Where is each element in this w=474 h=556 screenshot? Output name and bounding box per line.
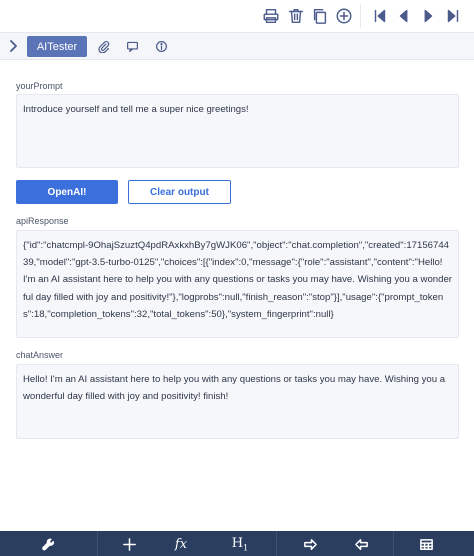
chat-answer-label: chatAnswer (16, 350, 64, 360)
table-icon[interactable] (417, 535, 435, 553)
chat-answer-field[interactable]: Hello! I'm an AI assistant here to help … (16, 364, 459, 439)
clear-output-button[interactable]: Clear output (128, 180, 231, 204)
tab-aitester[interactable]: AITester (27, 36, 87, 57)
function-icon[interactable]: fx (172, 535, 190, 553)
heading-level: 1 (243, 543, 249, 553)
wrench-icon[interactable] (39, 535, 57, 553)
previous-icon[interactable] (394, 6, 414, 26)
tab-bar: AITester (0, 33, 474, 60)
arrow-left-icon[interactable] (352, 535, 370, 553)
heading-icon[interactable]: H1 (229, 535, 251, 553)
arrow-right-icon[interactable] (301, 535, 319, 553)
last-page-icon[interactable] (443, 6, 463, 26)
paperclip-icon[interactable] (95, 38, 111, 54)
api-response-label: apiResponse (16, 216, 69, 226)
chevron-right-icon[interactable] (6, 38, 20, 54)
bottom-divider (97, 531, 98, 556)
bottom-divider (393, 531, 394, 556)
copy-icon[interactable] (310, 6, 330, 26)
toolbar-divider (360, 4, 361, 28)
first-page-icon[interactable] (370, 6, 390, 26)
prompt-textarea[interactable]: Introduce yourself and tell me a super n… (16, 94, 459, 168)
function-label: fx (174, 536, 188, 552)
info-icon[interactable] (153, 38, 169, 54)
api-response-field[interactable]: {"id":"chatcmpl-9OhajSzuztQ4pdRAxkxhBy7g… (16, 230, 459, 338)
add-circle-icon[interactable] (334, 6, 354, 26)
print-icon[interactable] (261, 6, 281, 26)
plus-icon[interactable] (120, 535, 138, 553)
trash-icon[interactable] (286, 6, 306, 26)
heading-label: H (231, 535, 244, 551)
comment-icon[interactable] (124, 38, 140, 54)
bottom-divider (276, 531, 277, 556)
openai-button[interactable]: OpenAI! (16, 180, 118, 204)
top-toolbar (0, 0, 474, 33)
next-icon[interactable] (418, 6, 438, 26)
bottom-toolbar: fx H1 (0, 531, 474, 556)
prompt-label: yourPrompt (16, 81, 63, 91)
